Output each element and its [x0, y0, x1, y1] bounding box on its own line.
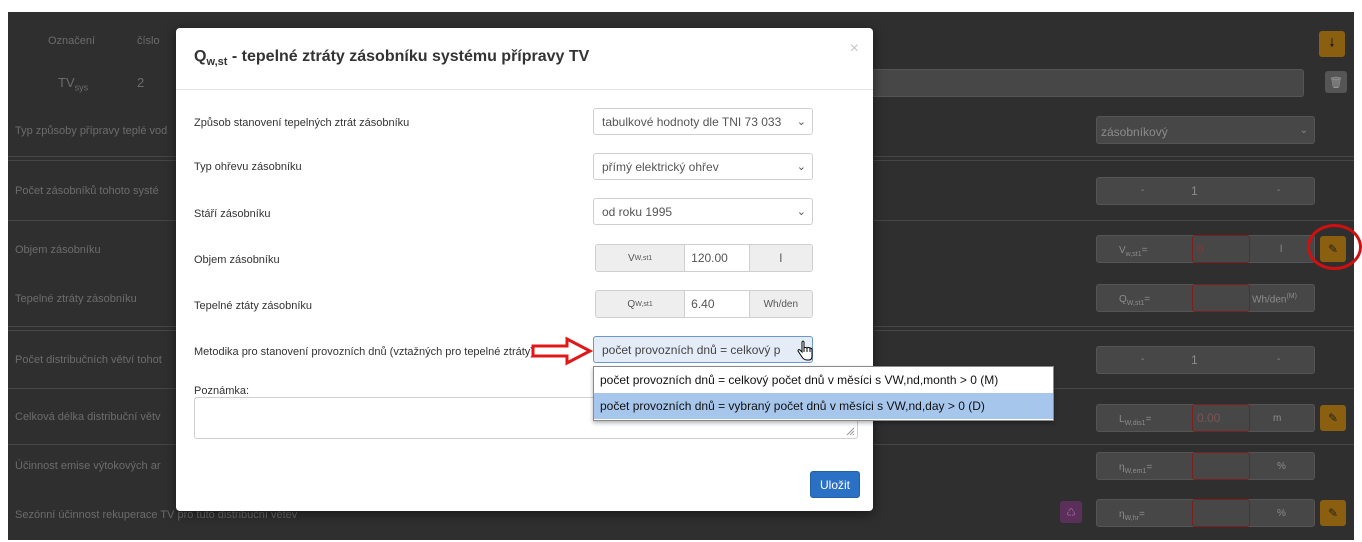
bg-name-input[interactable]	[870, 69, 1304, 97]
tv-sys-number: 2	[137, 75, 145, 90]
loss-label: Tepelné ztáty zásobníku	[194, 300, 313, 312]
dialog-header: Qw,st - tepelné ztráty zásobníku systému…	[176, 28, 873, 90]
bg-eff2-input[interactable]	[1192, 499, 1250, 527]
volume-unit: l	[749, 245, 812, 271]
age-label: Stáří zásobníku	[194, 208, 271, 220]
operating-days-label: Metodika pro stanovení provozních dnů (v…	[194, 346, 534, 358]
method-select[interactable]: tabulkové hodnoty dle TNI 73 033 ⌄	[593, 108, 813, 135]
header-cislo: číslo	[137, 35, 160, 47]
bg-eff1-group: ηW,em1= %	[1096, 452, 1315, 480]
bg-count-stepper-2[interactable]: - 1 -	[1096, 346, 1315, 374]
save-button[interactable]: Uložit	[810, 471, 860, 498]
bg-row-label: Typ způsoby přípravy teplé vod	[15, 125, 168, 137]
bg-volume-group: Vw,st1= 0 l	[1096, 235, 1315, 263]
chevron-down-icon: ⌄	[796, 206, 806, 218]
bg-length-input[interactable]: 0.00	[1192, 404, 1250, 432]
dialog-title: Qw,st - tepelné ztráty zásobníku systému…	[194, 48, 590, 69]
bg-volume-input[interactable]: 0	[1192, 235, 1250, 263]
bg-count-stepper[interactable]: - 1 -	[1096, 177, 1315, 205]
bg-row-label: Účinnost emise výtokových ar	[15, 460, 161, 472]
hand-cursor-icon	[797, 340, 813, 361]
edit-icon[interactable]: ✎	[1320, 405, 1346, 431]
bg-loss-input[interactable]	[1192, 284, 1250, 312]
bg-row-label: Tepelné ztráty zásobníku	[15, 293, 137, 305]
header-oznaceni: Označení	[48, 35, 96, 47]
loss-unit: Wh/den	[749, 291, 812, 317]
tv-sys-label: TVsys	[58, 75, 89, 93]
red-arrow-icon	[531, 336, 593, 366]
bg-length-group: LW,dis1= 0.00 m	[1096, 404, 1315, 432]
edit-icon[interactable]: ✎	[1320, 500, 1346, 526]
chevron-down-icon: ⌄	[796, 116, 806, 128]
bg-type-select[interactable]: zásobníkový ⌄	[1096, 116, 1315, 144]
loss-symbol: Q W,st1	[596, 291, 685, 317]
chevron-down-icon: ⌄	[796, 161, 806, 173]
download-icon[interactable]: 🠗	[1319, 31, 1345, 57]
loss-group: Q W,st1 6.40 Wh/den	[595, 290, 813, 318]
storage-loss-dialog: Qw,st - tepelné ztráty zásobníku systému…	[176, 28, 873, 511]
volume-input[interactable]: 120.00	[684, 245, 750, 271]
bg-loss-group: QW,st1= Wh/den(M)	[1096, 284, 1315, 312]
bg-row-label: Objem zásobníku	[15, 244, 101, 256]
highlight-circle	[1307, 224, 1362, 270]
age-select[interactable]: od roku 1995 ⌄	[593, 198, 813, 225]
heating-type-label: Typ ohřevu zásobníku	[194, 161, 302, 173]
page: Označení číslo TVsys 2 🠗 🗑 Typ způsoby p…	[0, 0, 1362, 542]
operating-days-options: počet provozních dnů = celkový počet dnů…	[593, 366, 1054, 421]
heating-type-select[interactable]: přímý elektrický ohřev ⌄	[593, 153, 813, 180]
resize-handle-icon[interactable]	[845, 426, 855, 436]
dropdown-option[interactable]: počet provozních dnů = vybraný počet dnů…	[594, 393, 1053, 419]
dropdown-option[interactable]: počet provozních dnů = celkový počet dnů…	[594, 367, 1053, 393]
volume-symbol: V W,st1	[596, 245, 685, 271]
close-icon[interactable]: ×	[850, 40, 859, 58]
method-label: Způsob stanovení tepelných ztrát zásobní…	[194, 117, 410, 129]
bg-row-label: Celková délka distribuční větv	[15, 411, 161, 423]
bg-row-label: Počet zásobníků tohoto systé	[15, 185, 159, 197]
volume-group: V W,st1 120.00 l	[595, 244, 813, 272]
bg-eff1-input[interactable]	[1192, 452, 1250, 480]
bg-row-label: Počet distribučních větví tohot	[15, 354, 162, 366]
volume-label: Objem zásobníku	[194, 254, 280, 266]
recycle-icon[interactable]: ♺	[1060, 501, 1082, 523]
note-label: Poznámka:	[194, 385, 250, 397]
operating-days-select[interactable]: počet provozních dnů = celkový p	[593, 336, 813, 363]
loss-input: 6.40	[684, 291, 750, 317]
bg-eff2-group: ηW,hr= %	[1096, 499, 1315, 527]
delete-icon[interactable]: 🗑	[1325, 71, 1347, 93]
